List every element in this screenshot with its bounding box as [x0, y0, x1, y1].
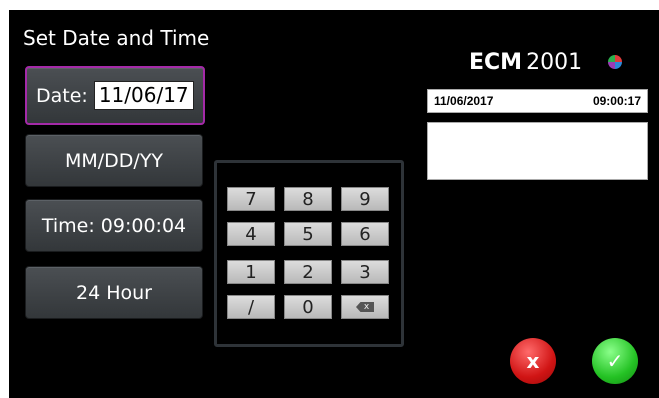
confirm-button[interactable]: ✓ — [592, 338, 638, 384]
date-label: Date: — [36, 84, 88, 107]
numeric-keypad: 7 8 9 4 5 6 1 2 3 / 0 x — [214, 160, 404, 347]
device-screen: Set Date and Time Date: 11/06/17 MM/DD/Y… — [9, 10, 659, 398]
current-time: 09:00:17 — [592, 94, 641, 108]
current-datetime-bar: 11/06/2017 09:00:17 — [427, 89, 648, 113]
info-panel — [427, 122, 648, 180]
brand-name-bold: ECM — [469, 50, 523, 75]
brand-name-light: 2001 — [526, 50, 583, 75]
key-5[interactable]: 5 — [284, 222, 332, 246]
brand-logo-icon — [608, 55, 622, 69]
key-6[interactable]: 6 — [341, 222, 389, 246]
backspace-key[interactable]: x — [341, 295, 389, 319]
date-format-button[interactable]: MM/DD/YY — [25, 134, 203, 187]
backspace-icon: x — [356, 302, 374, 312]
key-8[interactable]: 8 — [284, 187, 332, 211]
brand-logo: ECM 2001 — [469, 50, 582, 75]
cancel-button[interactable]: x — [510, 338, 556, 384]
date-input[interactable]: 11/06/17 — [93, 81, 194, 110]
key-9[interactable]: 9 — [341, 187, 389, 211]
page-title: Set Date and Time — [23, 26, 210, 50]
date-button[interactable]: Date: 11/06/17 — [25, 66, 205, 125]
key-2[interactable]: 2 — [284, 260, 332, 284]
key-1[interactable]: 1 — [227, 260, 275, 284]
time-button[interactable]: Time: 09:00:04 — [25, 199, 203, 252]
key-3[interactable]: 3 — [341, 260, 389, 284]
hour-mode-button[interactable]: 24 Hour — [25, 266, 203, 319]
current-date: 11/06/2017 — [434, 94, 494, 108]
key-4[interactable]: 4 — [227, 222, 275, 246]
key-0[interactable]: 0 — [284, 295, 332, 319]
key-7[interactable]: 7 — [227, 187, 275, 211]
key-slash[interactable]: / — [227, 295, 275, 319]
